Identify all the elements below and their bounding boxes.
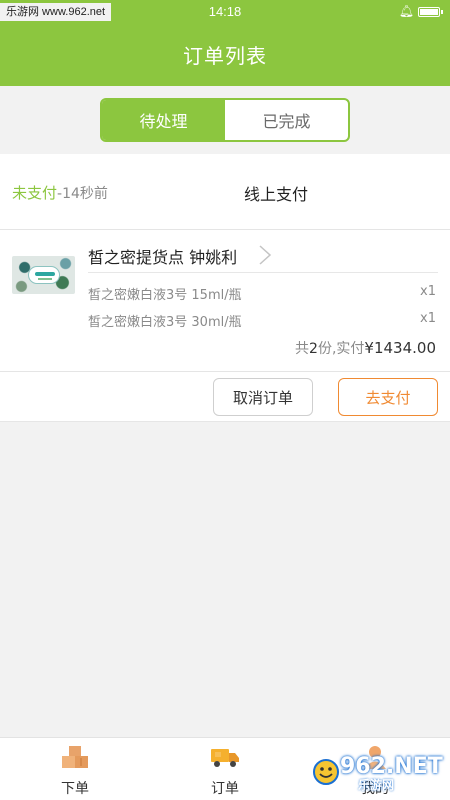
order-header: 未支付-14秒前 线上支付 [0,154,450,230]
summary-prefix: 共 [295,341,310,357]
nav-label: 下单 [61,781,89,797]
store-logo [12,256,75,294]
status-bar: 乐游网 www.962.net 14:18 🔔︎ [0,0,450,24]
order-item-name: 皙之密嫩白液3号 30ml/瓶 [88,315,242,330]
nav-label: 订单 [211,781,239,797]
chevron-right-icon[interactable] [256,244,274,266]
battery-icon [418,7,443,17]
smiley-logo-icon [313,759,339,785]
order-card[interactable]: 皙之密提货点 钟姚利 皙之密嫩白液3号 15ml/瓶 x1 皙之密嫩白液3号 3… [0,230,450,372]
order-actions: 取消订单 去支付 [0,372,450,422]
divider [88,272,438,273]
order-status-unpaid: 未支付 [12,184,58,202]
order-item-name: 皙之密嫩白液3号 15ml/瓶 [88,288,242,303]
tab-completed[interactable]: 已完成 [225,100,348,140]
order-time-ago: -14秒前 [57,186,108,202]
status-time: 14:18 [208,4,242,19]
pay-button[interactable]: 去支付 [338,378,438,416]
silent-bell-icon: 🔔︎ [398,4,414,18]
cancel-order-button[interactable]: 取消订单 [213,378,313,416]
order-summary: 共2份,实付¥1434.00 [295,338,436,358]
tab-pending[interactable]: 待处理 [102,100,225,140]
order-item: 皙之密嫩白液3号 30ml/瓶 x1 [88,311,436,330]
summary-count: 2 [309,341,318,357]
order-item: 皙之密嫩白液3号 15ml/瓶 x1 [88,284,436,303]
truck-icon [211,749,239,767]
site-logo-watermark: 962.NET 乐游网 [294,752,444,792]
nav-item-orders[interactable]: 订单 [150,738,300,800]
page-title: 订单列表 [183,44,267,68]
order-status-tabs: 待处理 已完成 [100,98,350,142]
summary-paid-label: 份,实付 [317,341,365,357]
order-status: 未支付-14秒前 [12,182,108,203]
summary-price: ¥1434.00 [364,339,436,357]
nav-item-place-order[interactable]: 下单 [0,738,150,800]
order-item-qty: x1 [420,311,436,326]
store-name[interactable]: 皙之密提货点 钟姚利 [88,244,237,268]
boxes-icon [62,746,88,768]
payment-type: 线上支付 [244,185,309,204]
header-bar: 订单列表 [0,24,450,86]
order-item-qty: x1 [420,284,436,299]
watermark-sub: 乐游网 [358,778,395,792]
tabs-area: 待处理 已完成 [0,86,450,154]
